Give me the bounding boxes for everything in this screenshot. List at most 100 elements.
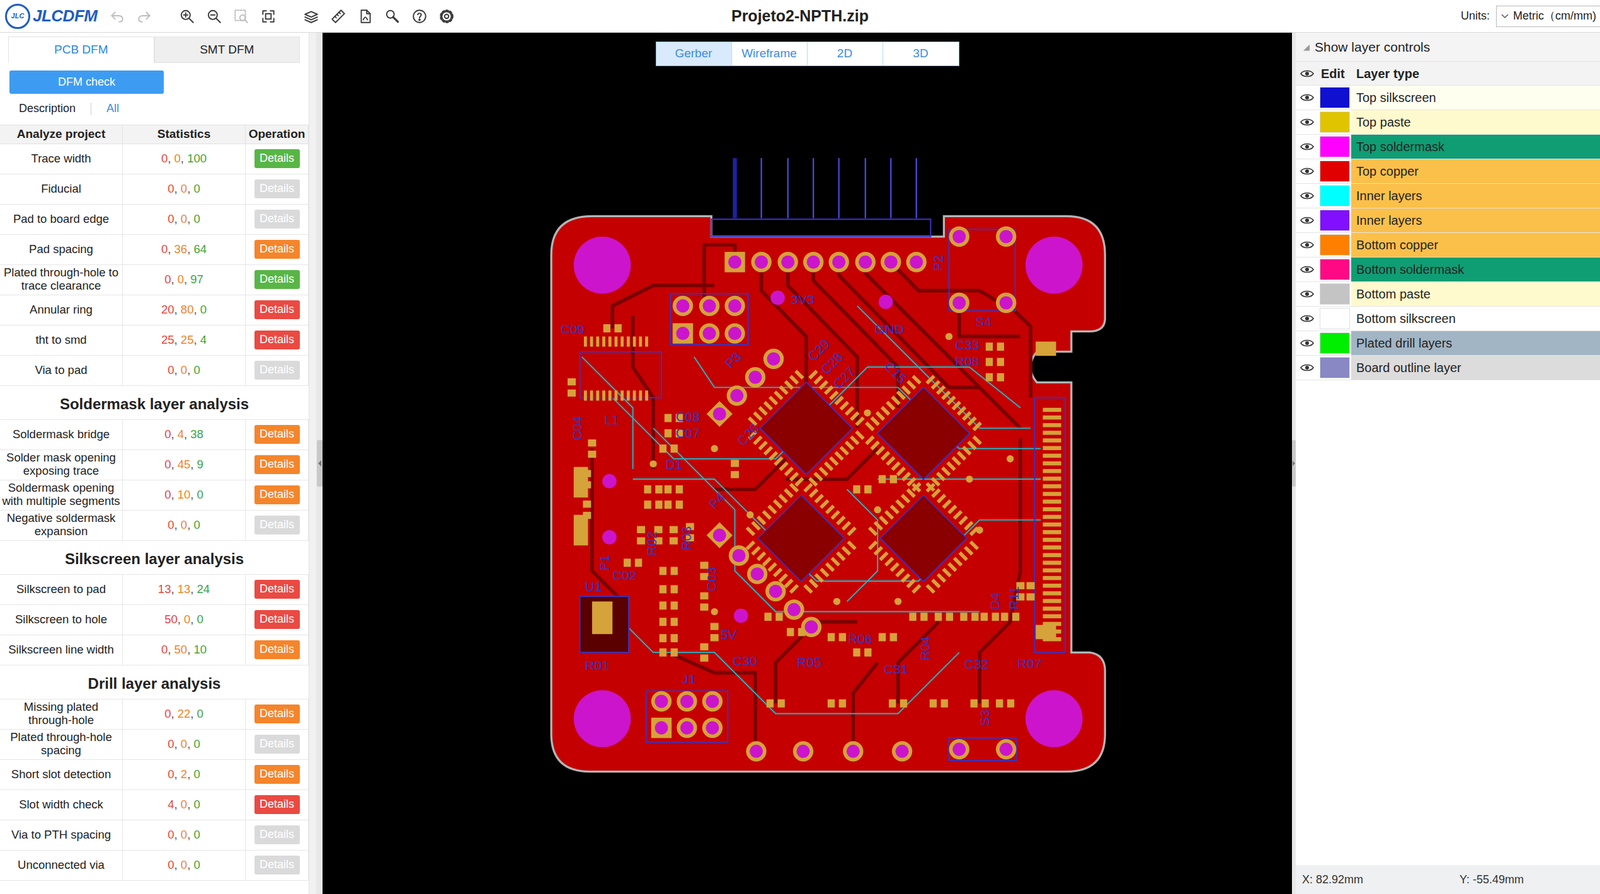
layer-name-cell[interactable]: Bottom soldermask (1351, 257, 1600, 283)
layer-name-cell[interactable]: Top soldermask (1351, 134, 1600, 160)
zoom-in-button[interactable] (178, 7, 196, 26)
units-select[interactable]: Metric（cm/mm) (1496, 5, 1600, 28)
layer-color-cell[interactable] (1318, 355, 1352, 381)
layer-color-swatch[interactable] (1319, 357, 1350, 379)
layer-name-cell[interactable]: Inner layers (1351, 183, 1600, 209)
layer-color-cell[interactable] (1318, 85, 1352, 111)
details-button[interactable]: Details (254, 704, 300, 724)
layer-row[interactable]: Top silkscreen (1295, 85, 1600, 111)
panel-tab[interactable]: PCB DFM (8, 36, 155, 63)
layer-controls-toggle[interactable]: ◢Show layer controls (1295, 32, 1600, 62)
layer-row[interactable]: Top soldermask (1295, 134, 1600, 160)
layer-row[interactable]: Bottom copper (1295, 233, 1600, 258)
settings-button[interactable] (437, 7, 456, 26)
details-button[interactable]: Details (254, 300, 300, 319)
layer-row[interactable]: Inner layers (1295, 208, 1600, 234)
pcb-view[interactable]: 3V3GNDC09L1C04C08C07D1P3C29C28C27C26C15C… (322, 32, 1292, 894)
ruler-button[interactable] (329, 7, 348, 26)
layer-color-cell[interactable] (1318, 183, 1352, 209)
visibility-toggle[interactable] (1295, 183, 1319, 209)
layer-name-cell[interactable]: Board outline layer (1351, 355, 1600, 381)
help-button[interactable] (410, 7, 429, 26)
layer-name-cell[interactable]: Bottom copper (1351, 233, 1600, 258)
visibility-toggle[interactable] (1295, 306, 1319, 332)
details-button[interactable]: Details (254, 765, 300, 784)
view-mode-tab[interactable]: Wireframe (731, 42, 808, 66)
layer-color-swatch[interactable] (1319, 136, 1350, 158)
filter-option[interactable]: All (106, 100, 120, 118)
layer-name-cell[interactable]: Top copper (1351, 159, 1600, 184)
layer-color-cell[interactable] (1318, 331, 1352, 356)
layer-color-swatch[interactable] (1319, 308, 1350, 330)
visibility-toggle[interactable] (1295, 257, 1319, 283)
details-button[interactable]: Details (254, 270, 300, 289)
layer-name-cell[interactable]: Inner layers (1351, 208, 1600, 234)
details-button[interactable]: Details (254, 795, 300, 814)
layer-name-cell[interactable]: Plated drill layers (1351, 331, 1600, 356)
collapse-left-button[interactable] (316, 440, 323, 487)
view-mode-tab[interactable]: Gerber (656, 42, 732, 66)
panel-tab[interactable]: SMT DFM (154, 36, 301, 63)
visibility-header[interactable] (1295, 61, 1319, 86)
layer-color-swatch[interactable] (1319, 234, 1350, 256)
layer-row[interactable]: Bottom soldermask (1295, 257, 1600, 283)
layer-color-cell[interactable] (1318, 306, 1352, 332)
visibility-toggle[interactable] (1295, 233, 1319, 258)
details-button[interactable]: Details (254, 425, 300, 444)
layer-row[interactable]: Plated drill layers (1295, 331, 1600, 356)
pdf-button[interactable] (356, 7, 375, 26)
layer-row[interactable]: Inner layers (1295, 183, 1600, 209)
fit-button[interactable] (259, 7, 278, 26)
details-button[interactable]: Details (254, 149, 300, 168)
layers-button[interactable] (302, 7, 320, 26)
layer-color-swatch[interactable] (1319, 258, 1350, 281)
visibility-toggle[interactable] (1295, 110, 1319, 135)
details-button[interactable]: Details (254, 240, 300, 259)
layer-color-cell[interactable] (1318, 282, 1352, 307)
layer-color-cell[interactable] (1318, 110, 1352, 135)
layer-row[interactable]: Top copper (1295, 159, 1600, 184)
details-button[interactable]: Details (254, 330, 300, 349)
layer-row[interactable]: Bottom silkscreen (1295, 306, 1600, 332)
layer-name-cell[interactable]: Top paste (1351, 110, 1600, 135)
visibility-toggle[interactable] (1295, 282, 1319, 307)
layer-row[interactable]: Bottom paste (1295, 282, 1600, 307)
layer-color-cell[interactable] (1318, 233, 1352, 258)
layer-color-swatch[interactable] (1319, 332, 1350, 355)
layer-color-swatch[interactable] (1319, 160, 1350, 183)
left-splitter[interactable] (316, 32, 323, 894)
layer-color-swatch[interactable] (1319, 185, 1350, 207)
layer-color-swatch[interactable] (1319, 111, 1350, 133)
view-mode-tab[interactable]: 2D (807, 42, 884, 66)
layer-name-cell[interactable]: Bottom paste (1351, 282, 1600, 307)
layer-row[interactable]: Board outline layer (1295, 355, 1600, 381)
details-button[interactable]: Details (254, 610, 300, 629)
layer-color-swatch[interactable] (1319, 209, 1350, 232)
layer-name-cell[interactable]: Top silkscreen (1351, 85, 1600, 111)
details-button[interactable]: Details (254, 485, 300, 504)
visibility-toggle[interactable] (1295, 159, 1319, 184)
layer-color-cell[interactable] (1318, 208, 1352, 234)
layer-color-cell[interactable] (1318, 159, 1352, 184)
details-button[interactable]: Details (254, 640, 300, 659)
visibility-toggle[interactable] (1295, 355, 1319, 381)
layer-color-cell[interactable] (1318, 134, 1352, 160)
filter-option[interactable]: Description (18, 100, 76, 118)
layer-color-swatch[interactable] (1319, 86, 1350, 109)
details-button[interactable]: Details (254, 580, 300, 599)
zoom-out-button[interactable] (205, 7, 223, 26)
layer-row[interactable]: Top paste (1295, 110, 1600, 135)
layer-name-cell[interactable]: Bottom silkscreen (1351, 306, 1600, 332)
layer-color-swatch[interactable] (1319, 283, 1350, 305)
board-canvas[interactable]: GerberWireframe2D3D3V3GNDC09L1C04C08C07D… (322, 32, 1292, 894)
visibility-toggle[interactable] (1295, 208, 1319, 234)
visibility-toggle[interactable] (1295, 134, 1319, 160)
details-button[interactable]: Details (254, 455, 300, 474)
view-mode-tab[interactable]: 3D (883, 42, 959, 66)
dfm-check-button[interactable]: DFM check (9, 70, 164, 94)
layer-color-cell[interactable] (1318, 257, 1352, 283)
inspect-button[interactable] (383, 7, 402, 26)
visibility-toggle[interactable] (1295, 331, 1319, 356)
visibility-toggle[interactable] (1295, 85, 1319, 111)
scrollbar[interactable] (308, 32, 317, 894)
